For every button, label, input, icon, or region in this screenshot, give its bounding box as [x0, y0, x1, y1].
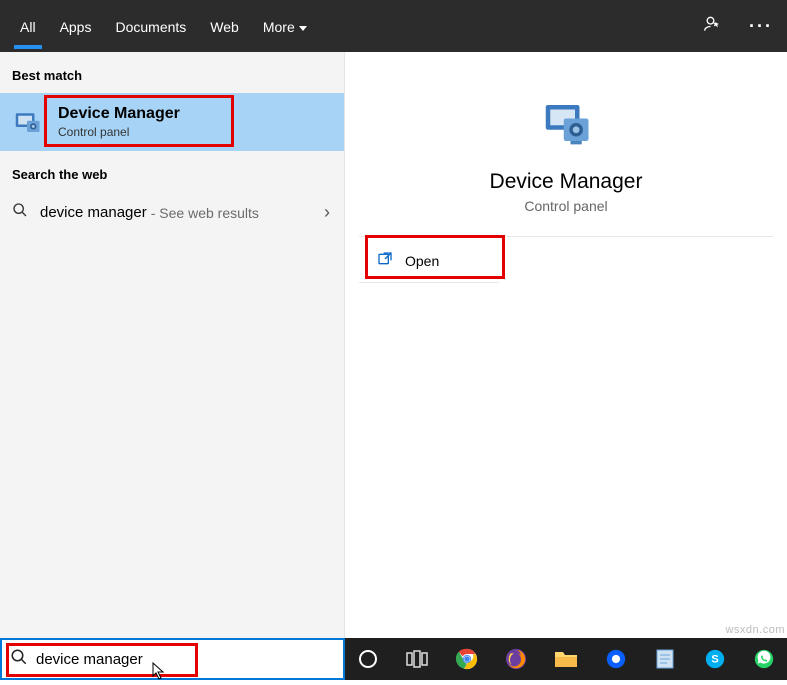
search-filter-tabs: All Apps Documents Web More ···	[0, 0, 787, 52]
open-action[interactable]: Open	[359, 239, 499, 283]
task-view-icon[interactable]	[405, 645, 431, 673]
device-manager-icon	[539, 96, 593, 150]
tab-all[interactable]: All	[8, 3, 48, 49]
open-label: Open	[405, 253, 439, 269]
windows-search-box[interactable]	[0, 638, 345, 680]
result-preview-pane: Device Manager Control panel Open	[345, 52, 787, 638]
web-result-row[interactable]: device manager - See web results ›	[0, 192, 344, 233]
open-icon	[377, 251, 393, 270]
tab-apps[interactable]: Apps	[48, 3, 104, 49]
cortana-icon[interactable]	[355, 645, 381, 673]
opera-icon[interactable]	[603, 645, 629, 673]
chevron-down-icon	[299, 26, 307, 31]
search-web-label: Search the web	[0, 151, 344, 192]
notepad-icon[interactable]	[652, 645, 678, 673]
annotation-highlight	[6, 643, 198, 677]
taskbar: S	[345, 638, 787, 680]
options-icon[interactable]: ···	[743, 10, 779, 43]
tab-web[interactable]: Web	[198, 3, 251, 49]
web-result-query: device manager	[40, 204, 147, 221]
watermark-text: wsxdn.com	[725, 624, 785, 636]
search-icon	[12, 202, 30, 223]
tab-more-label: More	[263, 19, 295, 35]
best-match-label: Best match	[0, 64, 344, 93]
whatsapp-icon[interactable]	[752, 645, 778, 673]
best-match-result[interactable]: Device Manager Control panel	[0, 93, 344, 151]
chrome-icon[interactable]	[454, 645, 480, 673]
firefox-icon[interactable]	[504, 645, 530, 673]
search-results-pane: Best match Device Manager Control panel …	[0, 52, 787, 638]
file-explorer-icon[interactable]	[553, 645, 579, 673]
skype-icon[interactable]: S	[702, 645, 728, 673]
tab-documents[interactable]: Documents	[103, 3, 198, 49]
preview-card: Device Manager Control panel	[359, 66, 773, 237]
annotation-highlight	[44, 95, 234, 147]
chevron-right-icon: ›	[324, 202, 330, 223]
preview-subtitle: Control panel	[375, 198, 757, 214]
preview-title: Device Manager	[375, 170, 757, 194]
svg-text:S: S	[711, 654, 718, 666]
tab-more[interactable]: More	[251, 3, 319, 49]
web-result-suffix: - See web results	[151, 205, 259, 221]
device-manager-icon	[12, 107, 42, 137]
feedback-icon[interactable]	[697, 8, 729, 45]
results-list: Best match Device Manager Control panel …	[0, 52, 345, 638]
